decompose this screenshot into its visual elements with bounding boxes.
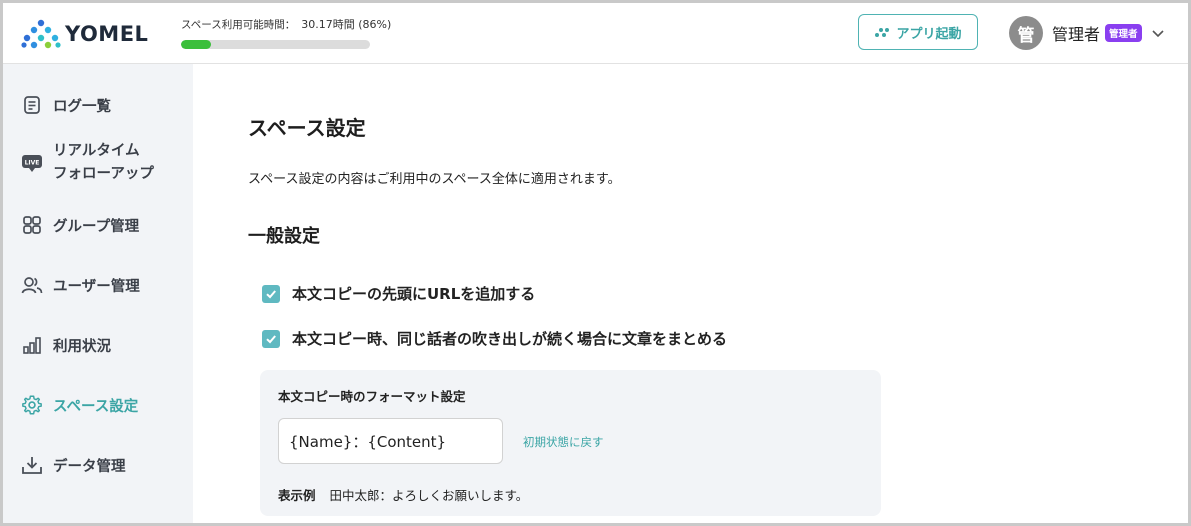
setting-label: 本文コピーの先頭にURLを追加する (292, 285, 536, 303)
sidebar-item-logs[interactable]: ログ一覧 (21, 94, 111, 116)
sidebar-item-label: データ管理 (53, 458, 126, 475)
setting-merge-speaker[interactable]: 本文コピー時、同じ話者の吹き出しが続く場合に文章をまとめる (262, 328, 727, 349)
main-content: スペース設定 スペース設定の内容はご利用中のスペース全体に適用されます。 一般設… (193, 64, 1188, 523)
format-settings-panel: 本文コピー時のフォーマット設定 初期状態に戻す 表示例田中太郎：よろしくお願いし… (260, 370, 881, 516)
sidebar: ログ一覧 LIVE リアルタイム フォローアップ グループ管理 ユーザー管理 利… (3, 64, 193, 523)
setting-add-url[interactable]: 本文コピーの先頭にURLを追加する (262, 283, 535, 304)
role-badge: 管理者 (1105, 24, 1142, 42)
sidebar-item-label-line2: フォローアップ (53, 166, 154, 182)
sidebar-item-usage[interactable]: 利用状況 (21, 334, 111, 356)
download-icon (21, 454, 43, 476)
gear-icon (21, 394, 43, 416)
usage-label-row: スペース利用可能時間： 30.17時間 (86%) (181, 16, 391, 32)
sidebar-item-label: リアルタイム フォローアップ (53, 140, 154, 186)
example-text: 田中太郎：よろしくお願いします。 (329, 488, 529, 503)
checkmark-icon (266, 289, 276, 298)
logo[interactable]: YOMEL (21, 19, 148, 49)
sidebar-item-label: スペース設定 (53, 398, 139, 415)
grid-icon (21, 214, 43, 236)
sidebar-item-label: ユーザー管理 (53, 278, 140, 295)
page-description: スペース設定の内容はご利用中のスペース全体に適用されます。 (248, 172, 621, 187)
format-settings-title: 本文コピー時のフォーマット設定 (278, 389, 466, 404)
sidebar-item-data-management[interactable]: データ管理 (21, 454, 126, 476)
sidebar-item-space-settings[interactable]: スペース設定 (21, 394, 138, 416)
live-icon-text: LIVE (25, 160, 40, 167)
page-title: スペース設定 (248, 116, 366, 140)
avatar: 管 (1009, 16, 1043, 50)
users-icon (21, 274, 43, 296)
logo-text: YOMEL (65, 22, 149, 46)
usage-label: スペース利用可能時間： (181, 19, 296, 31)
usage-meter: スペース利用可能時間： 30.17時間 (86%) (181, 16, 391, 49)
format-example: 表示例 田中太郎：よろしくお願いします。 (278, 485, 528, 504)
user-name: 管理者 (1052, 25, 1101, 44)
add-url-checkbox[interactable] (262, 284, 280, 303)
sidebar-item-groups[interactable]: グループ管理 (21, 214, 139, 236)
usage-value: 30.17時間 (86%) (301, 18, 392, 31)
section-title-general: 一般設定 (248, 226, 320, 247)
sidebar-item-label: ログ一覧 (53, 98, 111, 115)
merge-speaker-checkbox[interactable] (262, 329, 280, 348)
checkmark-icon (266, 334, 276, 343)
sidebar-item-realtime-followup[interactable]: LIVE リアルタイム フォローアップ (21, 140, 154, 186)
launch-app-button[interactable]: アプリ起動 (858, 14, 978, 50)
bar-chart-icon (21, 334, 43, 356)
usage-progress-bar (181, 40, 370, 49)
example-label: 表示例 (278, 488, 316, 503)
sidebar-item-label: 利用状況 (53, 338, 111, 355)
app-logo-icon (875, 28, 890, 37)
sidebar-item-label-line1: リアルタイム (53, 143, 140, 159)
reset-default-link[interactable]: 初期状態に戻す (523, 434, 604, 450)
setting-label: 本文コピー時、同じ話者の吹き出しが続く場合に文章をまとめる (292, 330, 728, 348)
user-menu[interactable]: 管 管理者 管理者 (1009, 15, 1165, 51)
logo-mark-icon (21, 19, 61, 49)
document-icon (21, 94, 43, 116)
sidebar-item-users[interactable]: ユーザー管理 (21, 274, 140, 296)
top-header: YOMEL スペース利用可能時間： 30.17時間 (86%) アプリ起動 管 管… (3, 3, 1188, 64)
launch-app-label: アプリ起動 (896, 25, 962, 41)
format-input[interactable] (278, 418, 503, 464)
chevron-down-icon (1151, 30, 1164, 38)
sidebar-item-label: グループ管理 (53, 218, 140, 235)
app-window: YOMEL スペース利用可能時間： 30.17時間 (86%) アプリ起動 管 管… (0, 0, 1191, 526)
live-icon: LIVE (21, 152, 43, 174)
usage-progress-fill (181, 40, 212, 49)
